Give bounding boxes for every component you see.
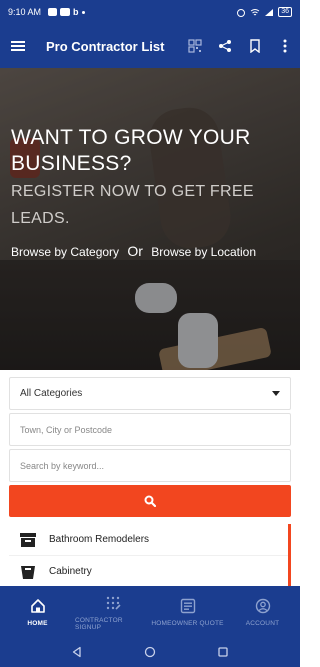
more-vert-icon — [283, 39, 287, 53]
dot-icon — [81, 10, 85, 14]
browse-by-location-link[interactable]: Browse by Location — [151, 245, 256, 259]
nav-account[interactable]: ACCOUNT — [225, 586, 300, 637]
keyword-input[interactable] — [20, 460, 280, 471]
status-time: 9:10 AM — [8, 7, 42, 17]
back-icon[interactable] — [71, 646, 83, 658]
browse-options: Browse by Category Or Browse by Location — [11, 242, 291, 262]
form-icon — [180, 596, 196, 616]
list-item[interactable]: Cabinetry — [9, 556, 291, 586]
share-button[interactable] — [210, 24, 240, 68]
share-icon — [219, 40, 231, 52]
nav-home[interactable]: HOME — [0, 586, 75, 637]
bottom-navigation: HOME CONTRACTOR SIGNUP HOMEOWNER QUOTE A… — [0, 586, 300, 637]
location-field[interactable] — [9, 413, 291, 446]
list-item[interactable]: Bathroom Remodelers — [9, 524, 291, 556]
nav-label: ACCOUNT — [245, 620, 280, 627]
location-input[interactable] — [20, 424, 280, 435]
box-icon — [19, 531, 37, 549]
signal-icon — [265, 8, 274, 16]
nav-label: CONTRACTOR SIGNUP — [75, 616, 123, 631]
keypad-icon — [105, 593, 121, 613]
battery-icon: 36 — [278, 7, 292, 17]
search-icon — [144, 495, 156, 507]
home-circle-icon[interactable] — [144, 646, 156, 658]
keyword-field[interactable] — [9, 449, 291, 482]
notification-icon — [48, 8, 58, 16]
category-select-value: All Categories — [20, 388, 83, 399]
or-label: Or — [127, 243, 143, 259]
nav-label: HOMEOWNER QUOTE — [151, 620, 224, 627]
b-app-icon: b — [73, 7, 79, 17]
more-options-button[interactable] — [270, 24, 300, 68]
status-bar: 9:10 AM b 36 — [0, 0, 300, 24]
hero-headline: WANT TO GROW YOUR BUSINESS? — [11, 126, 251, 175]
bookmark-button[interactable] — [240, 24, 270, 68]
bookmark-icon — [250, 39, 260, 53]
browse-by-category-link[interactable]: Browse by Category — [11, 245, 119, 259]
dropdown-arrow-icon — [272, 391, 280, 396]
wifi-icon — [250, 8, 260, 15]
list-item-label: Bathroom Remodelers — [49, 534, 150, 545]
alarm-icon — [237, 8, 246, 17]
qr-code-icon — [188, 39, 202, 53]
nav-label: HOME — [27, 620, 48, 627]
home-icon — [30, 596, 46, 616]
recents-icon[interactable] — [217, 646, 229, 658]
account-icon — [255, 596, 271, 616]
cabinet-icon — [19, 563, 37, 581]
nav-homeowner-quote[interactable]: HOMEOWNER QUOTE — [150, 586, 225, 637]
nav-contractor-signup[interactable]: CONTRACTOR SIGNUP — [75, 586, 150, 637]
search-panel: All Categories — [9, 377, 291, 517]
qr-code-button[interactable] — [180, 24, 210, 68]
search-button[interactable] — [9, 485, 291, 517]
list-item-label: Cabinetry — [49, 566, 92, 577]
list-scrollbar[interactable] — [288, 524, 291, 586]
menu-icon — [11, 41, 25, 51]
youtube-icon — [60, 8, 71, 16]
category-select[interactable]: All Categories — [9, 377, 291, 410]
menu-button[interactable] — [0, 24, 36, 68]
app-title: Pro Contractor List — [46, 38, 165, 54]
hero-banner: WANT TO GROW YOUR BUSINESS? REGISTER NOW… — [0, 68, 300, 370]
hero-subheadline[interactable]: REGISTER NOW TO GET FREE LEADS. — [11, 178, 291, 232]
category-list: Bathroom Remodelers Cabinetry — [9, 524, 291, 586]
system-navigation-bar — [0, 637, 300, 667]
app-bar: Pro Contractor List — [0, 24, 300, 68]
